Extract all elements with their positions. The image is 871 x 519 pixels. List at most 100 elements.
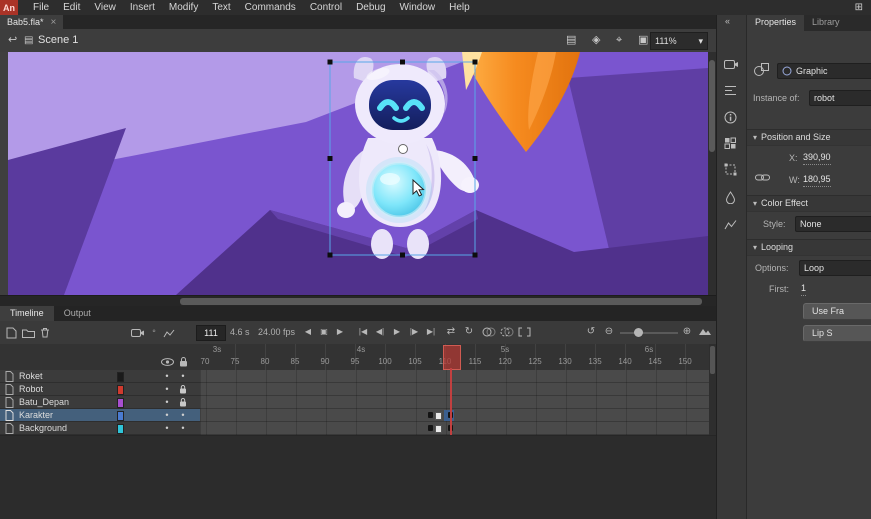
menu-commands[interactable]: Commands: [238, 0, 303, 15]
section-position-and-size[interactable]: ▾Position and Size: [747, 129, 871, 146]
menu-control[interactable]: Control: [303, 0, 349, 15]
lock-column-icon[interactable]: [179, 356, 188, 367]
close-tab-icon[interactable]: ×: [51, 17, 57, 28]
align-panel-icon[interactable]: [724, 85, 737, 96]
layer-locked-icon[interactable]: [179, 397, 187, 407]
menu-text[interactable]: Text: [205, 0, 237, 15]
slider-knob[interactable]: [634, 328, 643, 337]
tab-library[interactable]: Library: [804, 15, 848, 31]
info-panel-icon[interactable]: [724, 111, 737, 124]
layer-visibility-dot[interactable]: •: [161, 383, 173, 395]
layer-row-background[interactable]: Background • •: [0, 422, 200, 435]
use-frame-picker-button[interactable]: Use Fra: [803, 303, 871, 320]
menu-modify[interactable]: Modify: [162, 0, 205, 15]
timeline-vertical-scrollbar[interactable]: [709, 344, 716, 435]
x-value[interactable]: 390,90: [803, 151, 831, 165]
reset-timeline-zoom-icon[interactable]: ↺: [584, 321, 598, 343]
stage-canvas[interactable]: [0, 52, 716, 295]
tab-output[interactable]: Output: [54, 306, 101, 321]
layer-visibility-dot[interactable]: •: [161, 409, 173, 421]
fit-timeline-icon[interactable]: [698, 327, 712, 336]
onion-skin-outlines-icon[interactable]: [500, 327, 514, 337]
scene-breadcrumb[interactable]: Scene 1: [38, 29, 78, 52]
layer-lock-dot[interactable]: •: [177, 422, 189, 434]
layer-color-chip[interactable]: [117, 372, 124, 382]
layer-color-chip[interactable]: [117, 398, 124, 408]
layer-color-chip[interactable]: [117, 411, 124, 421]
keyframe-marker[interactable]: [428, 425, 433, 431]
layer-visibility-dot[interactable]: •: [161, 396, 173, 408]
stage-vertical-scrollbar[interactable]: [708, 52, 716, 295]
play-button[interactable]: ▶: [390, 321, 404, 343]
transform-panel-icon[interactable]: [724, 163, 737, 176]
new-folder-icon[interactable]: [22, 328, 35, 338]
document-tab[interactable]: Bab5.fla* ×: [0, 15, 63, 29]
layer-row-karakter[interactable]: Karakter • •: [0, 409, 200, 422]
visibility-column-icon[interactable]: [161, 358, 174, 366]
step-back-button[interactable]: ◀|: [373, 321, 387, 343]
first-frame-value[interactable]: 1: [801, 282, 806, 296]
layer-lock-dot[interactable]: •: [177, 370, 189, 382]
menu-file[interactable]: File: [26, 0, 56, 15]
menu-help[interactable]: Help: [442, 0, 477, 15]
zoom-level-select[interactable]: 111% ▾: [650, 32, 708, 50]
frame-grid[interactable]: [200, 370, 716, 435]
layer-color-chip[interactable]: [117, 424, 124, 434]
layer-row-roket[interactable]: Roket • •: [0, 370, 200, 383]
layer-color-chip[interactable]: [117, 385, 124, 395]
current-frame-field[interactable]: 111: [196, 325, 226, 341]
step-forward-button[interactable]: |▶: [407, 321, 421, 343]
camera-icon[interactable]: [131, 328, 145, 338]
scrollbar-thumb[interactable]: [710, 346, 715, 374]
collapse-panels-icon[interactable]: «: [725, 16, 730, 26]
keyframe-icon[interactable]: ▣: [318, 321, 330, 343]
layer-row-batu-depan[interactable]: Batu_Depan •: [0, 396, 200, 409]
center-stage-icon[interactable]: ⌖: [616, 29, 622, 52]
edit-scene-icon[interactable]: ▤: [566, 29, 576, 52]
next-keyframe-icon[interactable]: ▶: [334, 321, 346, 343]
app-logo[interactable]: An: [0, 0, 18, 15]
show-parenting-icon[interactable]: ◦: [149, 321, 159, 343]
graph-editor-icon[interactable]: [163, 328, 175, 338]
color-panel-icon[interactable]: [724, 191, 737, 204]
delete-layer-icon[interactable]: [40, 327, 50, 338]
edit-multiple-frames-icon[interactable]: [518, 327, 531, 337]
blank-keyframe-marker[interactable]: [435, 425, 442, 433]
layer-locked-icon[interactable]: [179, 384, 187, 394]
go-to-last-frame-button[interactable]: ▶|: [424, 321, 438, 343]
prev-keyframe-icon[interactable]: ◀: [302, 321, 314, 343]
swatches-panel-icon[interactable]: [724, 137, 737, 150]
keyframe-marker[interactable]: [428, 412, 433, 418]
onion-skin-icon[interactable]: [482, 327, 496, 337]
swap-symbol-icon[interactable]: [753, 61, 770, 78]
layer-row-robot[interactable]: Robot •: [0, 383, 200, 396]
timeline-zoom-in-icon[interactable]: ⊕: [680, 321, 694, 343]
tab-properties[interactable]: Properties: [747, 15, 804, 31]
layer-visibility-dot[interactable]: •: [161, 370, 173, 382]
scrollbar-thumb[interactable]: [180, 298, 702, 305]
menu-debug[interactable]: Debug: [349, 0, 392, 15]
section-color-effect[interactable]: ▾Color Effect: [747, 195, 871, 212]
playhead-handle[interactable]: [443, 345, 461, 370]
instance-name-field[interactable]: robot: [809, 90, 871, 106]
layer-visibility-dot[interactable]: •: [161, 422, 173, 434]
loop-playback-icon[interactable]: ↻: [462, 321, 476, 343]
menu-insert[interactable]: Insert: [123, 0, 162, 15]
w-value[interactable]: 180,95: [803, 173, 831, 187]
history-panel-icon[interactable]: [724, 219, 737, 230]
tab-timeline[interactable]: Timeline: [0, 306, 54, 321]
loop-options-dropdown[interactable]: Loop: [799, 260, 871, 276]
shift-keyframes-icon[interactable]: ⇄: [444, 321, 458, 343]
section-looping[interactable]: ▾Looping: [747, 239, 871, 256]
timeline-zoom-slider[interactable]: [620, 332, 678, 334]
lip-syncing-button[interactable]: Lip S: [803, 325, 871, 342]
frame-area[interactable]: 3s 4s 5s 6s 70 75 80 85 90 95 100 105 11…: [200, 344, 716, 435]
edit-symbols-icon[interactable]: ◈: [592, 29, 600, 52]
blank-keyframe-marker[interactable]: [435, 412, 442, 420]
camera-panel-icon[interactable]: [724, 59, 739, 70]
clip-content-icon[interactable]: ▣: [638, 29, 648, 52]
timeline-zoom-out-icon[interactable]: ⊖: [602, 321, 616, 343]
menu-edit[interactable]: Edit: [56, 0, 87, 15]
frame-rate-field[interactable]: 24.00 fps: [258, 321, 295, 344]
back-arrow-icon[interactable]: ↩: [8, 29, 17, 52]
